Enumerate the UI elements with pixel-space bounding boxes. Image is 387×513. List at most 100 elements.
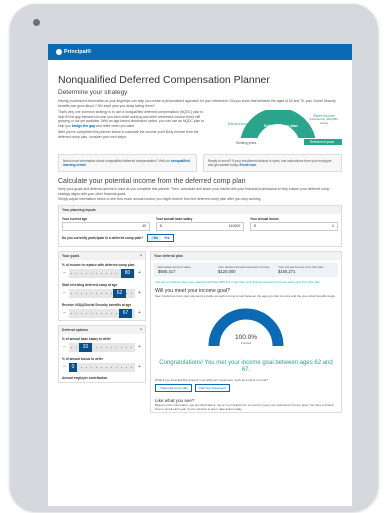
participation-row: Do you currently participate in a deferr… xyxy=(59,232,341,246)
next-steps-cards: Need more information about nonqualified… xyxy=(58,154,342,173)
goals-heading: Your goals xyxy=(62,253,80,258)
desired-income-stat: Your desired annual retirement income $1… xyxy=(216,265,276,275)
strategy-title: Determine your strategy xyxy=(58,89,128,96)
replace-income-slider-block: % of income to replace with deferred com… xyxy=(59,260,145,280)
deferral-heading: Deferral options xyxy=(62,327,88,332)
replace-income-label: % of income to replace with deferred com… xyxy=(62,262,135,267)
strategy-text: That's why one common strategy is to use… xyxy=(58,110,208,128)
bonus-defer-label: % of annual bonus to defer xyxy=(62,356,103,361)
logo-text: Principal® xyxy=(64,49,92,55)
minus-icon[interactable]: − xyxy=(62,270,67,276)
bonus-value: 0 xyxy=(332,224,334,229)
strategy-intro: Having customized information at your fi… xyxy=(58,99,336,108)
after-tax-investment-button[interactable]: After-tax investment xyxy=(194,384,230,393)
minus-icon[interactable]: − xyxy=(62,290,67,296)
strategy-section: That's why one common strategy is to use… xyxy=(58,110,342,150)
strategy-text-b: and retire when you want. xyxy=(96,123,135,128)
start-age-knob[interactable]: 62 xyxy=(113,288,126,298)
funded-label: Funded xyxy=(240,341,252,346)
funded-donut: 100.0% Funded xyxy=(151,298,341,358)
plan-stats: Estimated account value $665,417 Your de… xyxy=(154,262,338,277)
participate-yes-option[interactable]: Yes xyxy=(161,235,173,241)
calculate-title: Calculate your potential income from the… xyxy=(58,178,246,186)
bonus-defer-slider-block: % of annual bonus to defer − 0 + xyxy=(59,354,145,374)
deferral-options-panel: Deferral options ^ % of annual base sala… xyxy=(58,324,146,383)
age-value: 45 xyxy=(142,224,146,229)
deferral-plan-panel: Your deferral plan Estimated account val… xyxy=(150,250,342,413)
comparison-toggle: ✓Deferred comp plan After-tax investment xyxy=(151,384,341,395)
salary-defer-label: % of annual base salary to defer xyxy=(62,336,111,341)
planning-inputs-heading: Your planning inputs xyxy=(59,205,341,214)
salary-label: Your annual base salary xyxy=(156,216,193,221)
enroll-now-link[interactable]: Enroll now. xyxy=(240,163,257,167)
plus-icon[interactable]: + xyxy=(137,364,142,370)
deferred-comp-label: Deferred comp plan xyxy=(264,124,298,128)
other-income-sub: Social Security, 401(k)/IRA, savings xyxy=(309,118,339,125)
bonus-defer-slider[interactable]: 0 xyxy=(69,362,135,372)
plus-icon[interactable]: + xyxy=(137,310,142,316)
salary-value: 140000 xyxy=(228,224,240,229)
bonus-currency: $ xyxy=(254,224,256,229)
bridge-gap-link[interactable]: bridge the gap xyxy=(72,124,95,128)
plus-icon[interactable]: + xyxy=(137,270,142,276)
minus-icon[interactable]: − xyxy=(62,344,67,350)
bonus-field: Your annual bonus $ 0 xyxy=(250,217,338,231)
replace-income-slider[interactable]: 80 xyxy=(69,268,135,278)
benefits-age-label: Receive 401(k)/Social Security benefits … xyxy=(62,302,132,307)
salary-defer-slider-block: % of annual base salary to defer − 20 + xyxy=(59,334,145,354)
plan-income-value: $155,271 xyxy=(278,268,296,274)
site-header: Principal® xyxy=(48,44,352,60)
age-label: Your current age xyxy=(62,216,88,221)
working-years-label: Working years xyxy=(236,141,257,145)
bonus-label: Your annual bonus xyxy=(250,216,279,221)
salary-currency: $ xyxy=(160,224,162,229)
page-title: Nonqualified Deferred Compensation Plann… xyxy=(58,74,270,86)
salary-defer-knob[interactable]: 20 xyxy=(79,342,92,352)
estimated-value: $665,417 xyxy=(158,268,176,274)
camera-dot xyxy=(33,19,40,26)
plus-icon[interactable]: + xyxy=(137,290,142,296)
deferral-header[interactable]: Deferral options ^ xyxy=(59,325,145,334)
goals-panel: Your goals ^ % of income to replace with… xyxy=(58,250,146,321)
enroll-text: Ready to enroll? If your enrollment wind… xyxy=(208,159,332,168)
minus-icon[interactable]: − xyxy=(62,310,67,316)
deferral-collapse-icon[interactable]: ^ xyxy=(140,328,142,332)
minus-icon[interactable]: − xyxy=(62,364,67,370)
goals-collapse-icon[interactable]: ^ xyxy=(140,254,142,258)
goals-header[interactable]: Your goals ^ xyxy=(59,251,145,260)
bonus-defer-knob[interactable]: 0 xyxy=(69,362,77,372)
participation-label: Do you currently participate in a deferr… xyxy=(62,235,144,240)
desired-income-value: $120,000 xyxy=(218,268,236,274)
salary-input[interactable]: $ 140000 xyxy=(156,221,244,231)
start-age-slider-block: Start receiving deferred comp at age − 6… xyxy=(59,280,145,300)
earned-income-label: Earned income xyxy=(228,122,253,126)
strategy-next: After you've completed this planner belo… xyxy=(58,130,199,139)
plus-icon[interactable]: + xyxy=(137,344,142,350)
benefits-age-knob[interactable]: 67 xyxy=(119,308,132,318)
congratulations-message: Congratulations! You met your income goa… xyxy=(159,360,333,374)
retirement-years-label: Retirement years xyxy=(306,140,339,144)
plan-income-stat: Your annual income from this plan $155,2… xyxy=(276,265,336,275)
salary-field: Your annual base salary $ 140000 xyxy=(156,217,244,231)
other-income-label: Other income Social Security, 401(k)/IRA… xyxy=(306,114,342,126)
start-age-label: Start receiving deferred comp at age xyxy=(62,282,118,287)
tablet-frame: Principal® Nonqualified Deferred Compens… xyxy=(10,4,378,511)
start-age-slider[interactable]: 62 xyxy=(69,288,135,298)
planning-inputs-panel: Your planning inputs Your current age 45… xyxy=(58,204,342,247)
salary-defer-slider[interactable]: 20 xyxy=(69,342,135,352)
participation-toggle: ✓No Yes xyxy=(147,233,174,242)
principal-logo[interactable]: Principal® xyxy=(56,49,91,55)
age-field: Your current age 45 xyxy=(62,217,150,231)
replace-income-knob[interactable]: 80 xyxy=(121,268,134,278)
learn-more-card: Need more information about nonqualified… xyxy=(58,154,197,173)
deferred-comp-button[interactable]: ✓Deferred comp plan xyxy=(155,384,192,393)
like-what-you-see-text: Based on the information you provided ab… xyxy=(155,403,334,412)
employer-contribution-label: Annual employer contribution xyxy=(62,375,108,380)
logo-icon xyxy=(56,49,62,55)
participate-no-option[interactable]: ✓No xyxy=(148,234,162,241)
age-input[interactable]: 45 xyxy=(62,221,150,231)
calculate-instructions: Simply adjust information below to see h… xyxy=(58,197,262,202)
benefits-age-slider-block: Receive 401(k)/Social Security benefits … xyxy=(59,300,145,320)
benefits-age-slider[interactable]: 67 xyxy=(69,308,135,318)
bonus-input[interactable]: $ 0 xyxy=(250,221,338,231)
